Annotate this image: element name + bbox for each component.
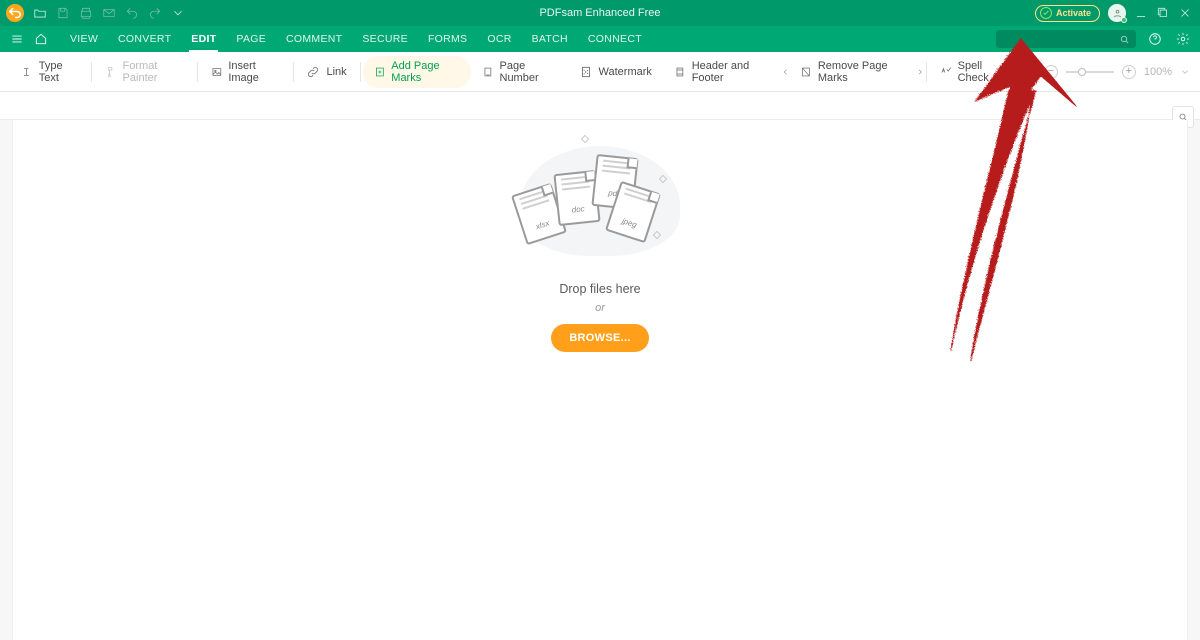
quick-access-dropdown-icon[interactable] — [171, 6, 185, 20]
remove-page-marks-label: Remove Page Marks — [818, 60, 905, 84]
chevron-right-icon[interactable] — [916, 67, 925, 77]
check-circle-icon — [1040, 7, 1052, 19]
nav-tabs: VIEW CONVERT EDIT PAGE COMMENT SECURE FO… — [60, 26, 652, 52]
dropzone-illustration-icon: xlsx doc pdf jpeg — [470, 136, 730, 276]
type-text-label: Type Text — [39, 60, 78, 84]
tab-view[interactable]: VIEW — [60, 26, 108, 52]
app-logo-icon — [6, 4, 24, 22]
search-icon — [1119, 34, 1130, 45]
main-navbar: VIEW CONVERT EDIT PAGE COMMENT SECURE FO… — [0, 26, 1200, 52]
document-tab-bar — [0, 92, 1200, 120]
divider — [293, 62, 294, 82]
home-icon[interactable] — [32, 30, 50, 48]
tab-page[interactable]: PAGE — [226, 26, 276, 52]
header-footer-button[interactable]: Header and Footer — [663, 56, 781, 88]
remove-page-marks-button[interactable]: Remove Page Marks — [789, 56, 915, 88]
tab-forms[interactable]: FORMS — [418, 26, 477, 52]
tab-edit[interactable]: EDIT — [181, 26, 226, 52]
link-label: Link — [326, 66, 346, 78]
more-vertical-icon[interactable]: ⋮ — [1018, 63, 1044, 80]
redo-icon[interactable] — [148, 6, 162, 20]
close-icon[interactable] — [1178, 6, 1192, 20]
divider — [197, 62, 198, 82]
edit-ribbon: Type Text Format Painter Insert Image Li… — [0, 52, 1200, 92]
title-bar: PDFsam Enhanced Free Activate — [0, 0, 1200, 26]
maximize-icon[interactable] — [1156, 6, 1170, 20]
tab-connect[interactable]: CONNECT — [578, 26, 652, 52]
tab-secure[interactable]: SECURE — [352, 26, 418, 52]
dropzone-or-text: or — [470, 302, 730, 314]
search-input[interactable] — [996, 30, 1136, 48]
tab-comment[interactable]: COMMENT — [276, 26, 352, 52]
type-text-button[interactable]: Type Text — [10, 56, 89, 88]
print-icon[interactable] — [79, 6, 93, 20]
watermark-button[interactable]: Watermark — [568, 56, 663, 88]
divider — [926, 62, 927, 82]
format-painter-label: Format Painter — [123, 60, 184, 84]
chevron-left-icon[interactable] — [781, 67, 790, 77]
dropzone[interactable]: xlsx doc pdf jpeg Drop files here or BRO… — [470, 136, 730, 352]
tab-batch[interactable]: BATCH — [522, 26, 578, 52]
zoom-slider[interactable] — [1066, 71, 1114, 73]
add-page-marks-label: Add Page Marks — [391, 60, 459, 84]
browse-button[interactable]: BROWSE... — [551, 324, 648, 352]
activate-button[interactable]: Activate — [1035, 5, 1100, 22]
watermark-label: Watermark — [599, 66, 652, 78]
zoom-in-button[interactable]: + — [1122, 65, 1136, 79]
zoom-out-button[interactable]: − — [1044, 65, 1058, 79]
page-number-button[interactable]: Page Number — [471, 56, 568, 88]
status-dot-icon — [1121, 17, 1127, 23]
page-number-label: Page Number — [500, 60, 557, 84]
insert-image-label: Insert Image — [228, 60, 279, 84]
settings-gear-icon[interactable] — [1174, 30, 1192, 48]
open-file-icon[interactable] — [33, 6, 47, 20]
activate-label: Activate — [1056, 8, 1091, 18]
zoom-value: 100% — [1144, 66, 1172, 78]
hamburger-menu-icon[interactable] — [8, 30, 26, 48]
format-painter-button[interactable]: Format Painter — [94, 56, 195, 88]
zoom-controls: − + 100% — [1044, 65, 1190, 79]
tab-ocr[interactable]: OCR — [477, 26, 521, 52]
document-canvas: xlsx doc pdf jpeg Drop files here or BRO… — [12, 120, 1188, 640]
zoom-dropdown-icon[interactable] — [1180, 67, 1190, 77]
email-icon[interactable] — [102, 6, 116, 20]
profile-avatar[interactable] — [1108, 4, 1126, 22]
undo-icon[interactable] — [125, 6, 139, 20]
spell-check-label: Spell Check — [958, 60, 1007, 84]
dropzone-text: Drop files here — [470, 282, 730, 296]
divider — [91, 62, 92, 82]
add-page-marks-button[interactable]: Add Page Marks — [363, 56, 471, 88]
help-icon[interactable] — [1146, 30, 1164, 48]
minimize-icon[interactable] — [1134, 6, 1148, 20]
insert-image-button[interactable]: Insert Image — [200, 56, 291, 88]
link-button[interactable]: Link — [295, 56, 357, 88]
header-footer-label: Header and Footer — [692, 60, 770, 84]
tab-convert[interactable]: CONVERT — [108, 26, 181, 52]
save-icon[interactable] — [56, 6, 70, 20]
divider — [360, 62, 361, 82]
spell-check-button[interactable]: Spell Check — [929, 56, 1018, 88]
